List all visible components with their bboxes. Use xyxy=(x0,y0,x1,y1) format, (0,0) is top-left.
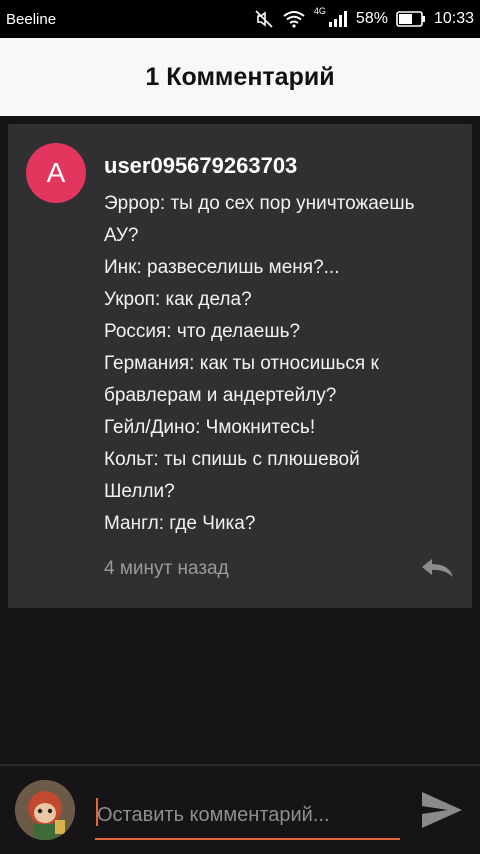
comment-timestamp: 4 минут назад xyxy=(104,558,229,579)
wifi-icon xyxy=(282,10,306,28)
send-button[interactable] xyxy=(418,788,466,832)
status-icons: 4G 58% 10:33 xyxy=(254,6,474,29)
battery-icon xyxy=(396,11,426,27)
commenter-avatar[interactable]: A xyxy=(26,143,86,203)
text-cursor xyxy=(96,798,98,826)
signal-icon xyxy=(328,10,348,28)
comment-input[interactable] xyxy=(95,792,400,840)
comment-composer xyxy=(0,764,480,854)
page-title: 1 Комментарий xyxy=(0,38,480,116)
comment-text: Эррор: ты до сех пор уничтожаешь АУ? Инк… xyxy=(104,193,415,534)
status-bar: Beeline 4G 58% 10:33 xyxy=(0,0,480,38)
reply-icon[interactable] xyxy=(420,556,456,580)
mute-icon xyxy=(254,9,274,29)
current-user-avatar[interactable] xyxy=(15,780,75,840)
comment-card: A user095679263703 Эррор: ты до сех пор … xyxy=(8,124,472,608)
carrier-label: Beeline xyxy=(6,10,57,28)
send-icon xyxy=(422,792,462,828)
clock: 10:33 xyxy=(433,10,474,27)
commenter-username[interactable]: user095679263703 xyxy=(104,153,297,179)
battery-percent: 58% xyxy=(355,10,388,27)
network-type: 4G xyxy=(313,6,326,16)
